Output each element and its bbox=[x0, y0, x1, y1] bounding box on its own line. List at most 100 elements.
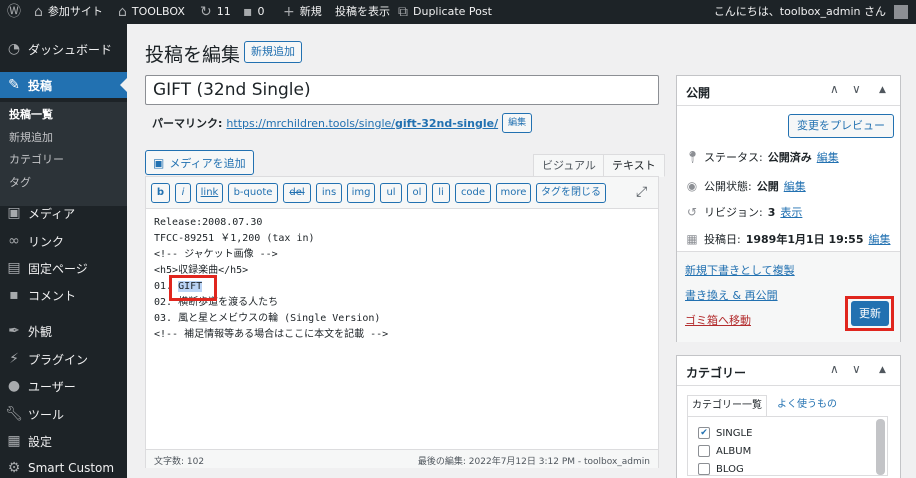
page-title: 投稿を編集 bbox=[145, 44, 241, 66]
tab-popular-categories[interactable]: よく使うもの bbox=[773, 395, 841, 416]
qt-ul-button[interactable]: ul bbox=[380, 183, 402, 203]
qt-close-tags-button[interactable]: タグを閉じる bbox=[536, 183, 606, 203]
submenu-categories[interactable]: カテゴリー bbox=[9, 149, 64, 171]
checkbox[interactable] bbox=[698, 463, 710, 475]
sidebar-item-users[interactable]: ● ユーザー bbox=[0, 373, 127, 399]
submenu-all-posts[interactable]: 投稿一覧 bbox=[9, 104, 53, 126]
submenu-add-new[interactable]: 新規追加 bbox=[9, 127, 53, 149]
tab-text[interactable]: テキスト bbox=[603, 154, 665, 177]
sidebar-item-tools[interactable]: 🔧︎ ツール bbox=[0, 401, 127, 427]
post-title-input[interactable]: GIFT (32nd Single) bbox=[145, 75, 659, 105]
content-line: 03. 風と星とメビウスの輪 (Single Version) bbox=[154, 313, 381, 324]
revisions-row: ↺ リビジョン: 3 表示 bbox=[685, 204, 802, 220]
comments-button[interactable]: ▪ 0 bbox=[243, 0, 265, 24]
publish-date-row: ▦ 投稿日: 1989年1月1日 19:55 編集 bbox=[685, 231, 891, 247]
date-edit-link[interactable]: 編集 bbox=[869, 231, 891, 247]
duplicate-post-link[interactable]: ⧉ Duplicate Post bbox=[398, 0, 492, 24]
move-up-icon[interactable]: ∧ bbox=[830, 82, 839, 96]
status-value: 公開済み bbox=[767, 151, 812, 164]
sidebar-item-settings[interactable]: ▦ 設定 bbox=[0, 428, 127, 454]
category-box: カテゴリー ∧ ∨ ▲ カテゴリー一覧 よく使うもの ✔ SINGLE ALBUM… bbox=[676, 355, 901, 478]
category-item[interactable]: ALBUM bbox=[698, 445, 751, 457]
post-status-row: 📍︎ ステータス: 公開済み 編集 bbox=[685, 149, 839, 165]
qt-img-button[interactable]: img bbox=[347, 183, 375, 203]
tab-all-categories[interactable]: カテゴリー一覧 bbox=[687, 395, 767, 416]
permalink-edit-button[interactable]: 編集 bbox=[502, 113, 533, 133]
sidebar-item-label: リンク bbox=[28, 234, 65, 249]
revisions-view-link[interactable]: 表示 bbox=[780, 204, 802, 220]
site-name: 参加サイト bbox=[47, 5, 103, 18]
quicktags-toolbar: b i link b-quote del ins img ul ol li co… bbox=[146, 177, 658, 209]
move-down-icon[interactable]: ∨ bbox=[852, 362, 861, 376]
visibility-edit-link[interactable]: 編集 bbox=[784, 178, 806, 194]
sidebar-item-label: 設定 bbox=[28, 434, 53, 449]
category-item[interactable]: ✔ SINGLE bbox=[698, 427, 752, 439]
updates-button[interactable]: ↻ 11 bbox=[200, 0, 231, 24]
qt-ins-button[interactable]: ins bbox=[316, 183, 342, 203]
view-post-label: 投稿を表示 bbox=[335, 5, 390, 18]
account-menu[interactable]: こんにちは、toolbox_admin さん bbox=[714, 0, 908, 24]
preview-changes-button[interactable]: 変更をプレビュー bbox=[788, 114, 894, 138]
sidebar-item-comments[interactable]: ▪ コメント bbox=[0, 282, 127, 308]
qt-ol-button[interactable]: ol bbox=[407, 183, 427, 203]
add-media-button[interactable]: ▣ メディアを追加 bbox=[145, 150, 254, 175]
category-scrollbar[interactable] bbox=[876, 419, 885, 475]
sites-icon: ⌂ bbox=[34, 4, 43, 20]
duplicate-post-label: Duplicate Post bbox=[413, 5, 492, 18]
qt-bquote-button[interactable]: b-quote bbox=[228, 183, 278, 203]
sidebar-item-appearance[interactable]: ✒ 外観 bbox=[0, 318, 127, 344]
new-label: 新規 bbox=[299, 5, 322, 18]
sidebar-item-posts[interactable]: ✎ 投稿 bbox=[0, 72, 127, 98]
move-up-icon[interactable]: ∧ bbox=[830, 362, 839, 376]
copy-to-draft-link[interactable]: 新規下書きとして複製 bbox=[685, 262, 795, 278]
sidebar-item-plugins[interactable]: ⚡ プラグイン bbox=[0, 346, 127, 372]
tab-visual[interactable]: ビジュアル bbox=[533, 154, 605, 177]
fullscreen-icon[interactable]: ⤢ bbox=[636, 184, 647, 200]
checkbox[interactable] bbox=[698, 445, 710, 457]
checkbox-checked[interactable]: ✔ bbox=[698, 427, 710, 439]
site-home-button[interactable]: ⌂ TOOLBOX bbox=[118, 0, 185, 24]
sidebar-item-label: Smart Custom bbox=[28, 461, 115, 475]
new-content-button[interactable]: + 新規 bbox=[283, 0, 322, 24]
rewrite-republish-link[interactable]: 書き換え & 再公開 bbox=[685, 287, 778, 303]
sidebar-item-smart-custom[interactable]: ⚙ Smart Custom bbox=[0, 455, 127, 478]
comment-icon: ▪ bbox=[9, 287, 19, 303]
sidebar-item-media[interactable]: ▣ メディア bbox=[0, 200, 127, 226]
admin-bar: Ⓦ ⌂ 参加サイト ⌂ TOOLBOX ↻ 11 ▪ 0 + 新規 投稿を表示 ⧉ Dupl… bbox=[0, 0, 916, 24]
sidebar-item-dashboard[interactable]: ◔ ダッシュボード bbox=[0, 36, 127, 62]
content-line: <!-- ジャケット画像 --> bbox=[154, 249, 278, 260]
qt-more-button[interactable]: more bbox=[496, 183, 531, 203]
add-new-button[interactable]: 新規追加 bbox=[244, 41, 302, 63]
category-item[interactable]: BLOG bbox=[698, 463, 744, 475]
update-button[interactable]: 更新 bbox=[851, 301, 889, 326]
status-edit-link[interactable]: 編集 bbox=[817, 149, 839, 165]
wp-logo-button[interactable]: Ⓦ bbox=[7, 0, 21, 24]
qt-link-button[interactable]: link bbox=[196, 183, 223, 203]
sidebar-item-label: 投稿 bbox=[28, 78, 53, 93]
sidebar-item-label: ダッシュボード bbox=[28, 42, 113, 57]
my-sites-button[interactable]: ⌂ 参加サイト bbox=[34, 0, 103, 24]
sidebar-item-label: メディア bbox=[28, 206, 76, 221]
qt-italic-button[interactable]: i bbox=[175, 183, 191, 203]
submenu-tags[interactable]: タグ bbox=[9, 172, 31, 194]
posts-submenu: 投稿一覧 新規追加 カテゴリー タグ bbox=[0, 102, 127, 206]
move-down-icon[interactable]: ∨ bbox=[852, 82, 861, 96]
qt-li-button[interactable]: li bbox=[432, 183, 450, 203]
sidebar-item-pages[interactable]: ▤ 固定ページ bbox=[0, 255, 127, 281]
publish-actions: 新規下書きとして複製 書き換え & 再公開 ゴミ箱へ移動 更新 bbox=[677, 251, 900, 342]
collapse-toggle-icon[interactable]: ▲ bbox=[879, 85, 886, 95]
appearance-icon: ✒ bbox=[8, 323, 20, 339]
view-post-link[interactable]: 投稿を表示 bbox=[335, 0, 390, 24]
qt-code-button[interactable]: code bbox=[455, 183, 491, 203]
qt-bold-button[interactable]: b bbox=[151, 183, 170, 203]
sidebar-item-links[interactable]: ∞ リンク bbox=[0, 228, 127, 254]
collapse-toggle-icon[interactable]: ▲ bbox=[879, 365, 886, 375]
sidebar-item-label: ツール bbox=[28, 407, 65, 422]
move-to-trash-link[interactable]: ゴミ箱へ移動 bbox=[685, 312, 751, 328]
updates-count: 11 bbox=[216, 5, 231, 18]
revisions-value: 3 bbox=[767, 205, 776, 219]
sidebar-item-label: プラグイン bbox=[28, 352, 89, 367]
permalink-link[interactable]: https://mrchildren.tools/single/gift-32n… bbox=[226, 117, 498, 130]
qt-del-button[interactable]: del bbox=[283, 183, 311, 203]
media-icon: ▣ bbox=[153, 155, 165, 170]
